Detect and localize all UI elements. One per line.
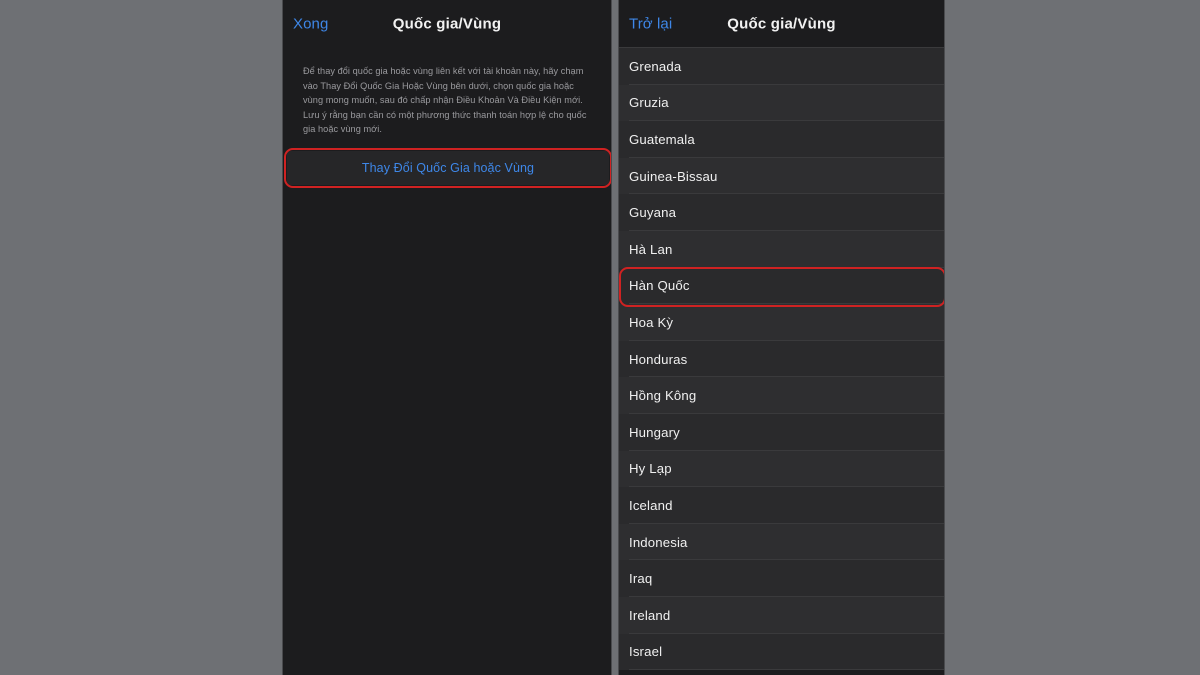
country-list-item[interactable]: Guyana: [619, 194, 944, 231]
country-list-item[interactable]: Hoa Kỳ: [619, 304, 944, 341]
country-list-item[interactable]: Israel: [619, 633, 944, 671]
country-list-item[interactable]: Ireland: [619, 596, 944, 634]
country-list-item[interactable]: Guatemala: [619, 121, 944, 158]
left-page-title: Quốc gia/Vùng: [392, 15, 502, 33]
change-country-button[interactable]: Thay Đổi Quốc Gia hoặc Vùng: [287, 151, 609, 185]
country-name: Hàn Quốc: [629, 278, 690, 294]
country-list-item[interactable]: Hàn Quốc: [619, 267, 944, 305]
country-name: Grenada: [629, 58, 682, 74]
country-list[interactable]: Grenada Gruzia Guatemala Guinea-Bissau Guyan…: [619, 48, 944, 671]
country-name: Guatemala: [629, 131, 695, 147]
country-name: Hy Lạp: [629, 461, 672, 477]
country-list-item[interactable]: Indonesia: [619, 523, 944, 561]
right-nav-bar: Trở lại Quốc gia/Vùng: [619, 0, 944, 48]
country-name: Hungary: [629, 424, 680, 440]
change-country-row: Thay Đổi Quốc Gia hoặc Vùng: [283, 148, 611, 188]
country-name: Honduras: [629, 351, 688, 367]
left-nav-bar: Xong Quốc gia/Vùng: [283, 0, 611, 48]
country-name: Gruzia: [629, 95, 669, 111]
country-list-item[interactable]: Guinea-Bissau: [619, 157, 944, 195]
left-phone-panel: Xong Quốc gia/Vùng Để thay đổi quốc gia …: [282, 0, 612, 675]
country-name: Guinea-Bissau: [629, 168, 718, 184]
country-name: Israel: [629, 644, 663, 660]
country-list-item[interactable]: Honduras: [619, 340, 944, 378]
country-list-item[interactable]: Hy Lạp: [619, 450, 944, 488]
country-name: Iraq: [629, 571, 653, 587]
country-list-item[interactable]: Hồng Kông: [619, 377, 944, 414]
country-name: Hồng Kông: [629, 388, 697, 404]
country-list-item[interactable]: Gruzia: [619, 84, 944, 122]
country-name: Guyana: [629, 205, 677, 221]
country-change-description: Để thay đổi quốc gia hoặc vùng liên kết …: [303, 66, 587, 135]
right-page-title: Quốc gia/Vùng: [727, 15, 836, 32]
country-list-item[interactable]: Hà Lan: [619, 230, 944, 268]
country-list-item[interactable]: Iraq: [619, 560, 944, 597]
country-name: Hà Lan: [629, 241, 673, 257]
country-name: Ireland: [629, 607, 671, 623]
country-list-item[interactable]: Hungary: [619, 413, 944, 451]
country-list-item[interactable]: Grenada: [619, 48, 944, 85]
country-name: Hoa Kỳ: [629, 314, 674, 330]
right-phone-panel: Trở lại Quốc gia/Vùng Grenada Gruzia Guate…: [618, 0, 945, 675]
country-name: Indonesia: [629, 534, 688, 550]
country-list-item[interactable]: Iceland: [619, 487, 944, 524]
country-name: Iceland: [629, 497, 673, 513]
screenshot-stage: Xong Quốc gia/Vùng Để thay đổi quốc gia …: [0, 0, 1200, 675]
